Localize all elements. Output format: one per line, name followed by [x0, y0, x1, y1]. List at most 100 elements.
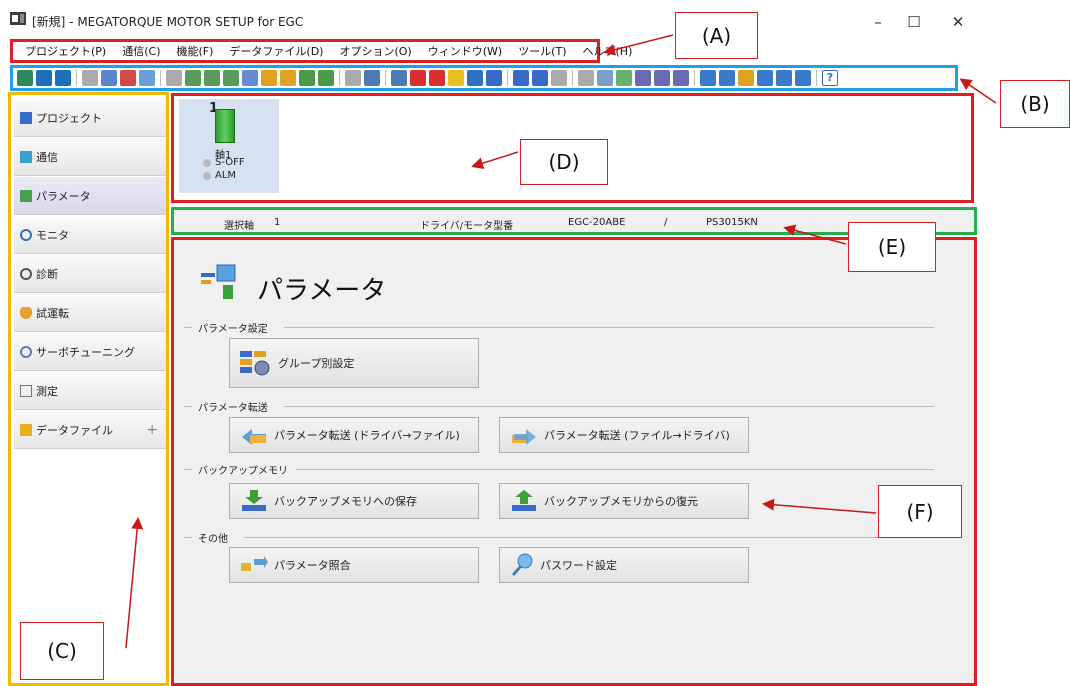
- button-label: パラメータ照合: [274, 559, 351, 572]
- maximize-button[interactable]: ☐: [896, 10, 932, 34]
- menu-function[interactable]: 機能(F): [170, 43, 219, 59]
- menu-project[interactable]: プロジェクト(P): [19, 43, 112, 59]
- section-backup-memory: バックアップメモリ: [184, 462, 934, 477]
- password-setting-button[interactable]: パスワード設定: [499, 547, 749, 583]
- parameter-verify-icon: [241, 556, 268, 571]
- toolbar-button-icon[interactable]: [700, 70, 716, 86]
- toolbar-button-icon[interactable]: [635, 70, 651, 86]
- callout-d: (D): [520, 139, 608, 185]
- toolbar-button-icon[interactable]: [185, 70, 201, 86]
- help-icon[interactable]: ?: [822, 70, 838, 86]
- toolbar-button-icon[interactable]: [36, 70, 52, 86]
- section-divider: [296, 469, 934, 470]
- toolbar-button-icon[interactable]: [139, 70, 155, 86]
- group-settings-icon: [240, 351, 270, 376]
- toolbar-button-icon[interactable]: [448, 70, 464, 86]
- menu-help[interactable]: ヘルプ(H): [577, 43, 639, 59]
- sidebar-item-monitor[interactable]: モニタ: [14, 216, 166, 254]
- sidebar-item-measurement[interactable]: 測定: [14, 372, 166, 410]
- parameter-verify-button[interactable]: パラメータ照合: [229, 547, 479, 583]
- toolbar-button-icon[interactable]: [120, 70, 136, 86]
- sidebar-item-label: 測定: [36, 384, 58, 398]
- toolbar-button-icon[interactable]: [318, 70, 334, 86]
- sidebar: プロジェクト 通信 パラメータ モニタ 診断 試運転 サーボチューニング 測定 …: [8, 92, 169, 686]
- toolbar-button-icon[interactable]: [597, 70, 613, 86]
- toolbar-button-icon[interactable]: [242, 70, 258, 86]
- diagnosis-icon: [20, 267, 32, 280]
- toolbar-button-icon[interactable]: [757, 70, 773, 86]
- sidebar-item-diagnosis[interactable]: 診断: [14, 255, 166, 293]
- section-label: パラメータ転送: [194, 399, 272, 414]
- toolbar-button-icon[interactable]: [776, 70, 792, 86]
- toolbar-button-icon[interactable]: [578, 70, 594, 86]
- toolbar-separator: [694, 70, 695, 86]
- menu-window[interactable]: ウィンドウ(W): [422, 43, 508, 59]
- close-button[interactable]: ✕: [940, 10, 976, 34]
- menu-option[interactable]: オプション(O): [333, 43, 417, 59]
- toolbar-button-icon[interactable]: [299, 70, 315, 86]
- sidebar-item-label: 通信: [36, 150, 58, 164]
- menu-communication[interactable]: 通信(C): [116, 43, 166, 59]
- axis-card[interactable]: 1 軸1 S-OFF ALM: [179, 99, 279, 193]
- menu-bar: プロジェクト(P) 通信(C) 機能(F) データファイル(D) オプション(O…: [10, 39, 632, 63]
- toolbar-button-icon[interactable]: [166, 70, 182, 86]
- sidebar-item-communication[interactable]: 通信: [14, 138, 166, 176]
- section-divider: [284, 327, 934, 328]
- toolbar-button-icon[interactable]: [486, 70, 502, 86]
- toolbar-button-icon[interactable]: [429, 70, 445, 86]
- sidebar-item-label: データファイル: [36, 423, 113, 437]
- transfer-to-driver-icon: [512, 429, 536, 445]
- toolbar-button-icon[interactable]: [280, 70, 296, 86]
- toolbar-button-icon[interactable]: [17, 70, 33, 86]
- toolbar-separator: [339, 70, 340, 86]
- sidebar-item-parameter[interactable]: パラメータ: [14, 177, 166, 215]
- section-divider: [184, 327, 192, 328]
- toolbar-button-icon[interactable]: [391, 70, 407, 86]
- transfer-driver-to-file-button[interactable]: パラメータ転送 (ドライバ→ファイル): [229, 417, 479, 453]
- toolbar-separator: [572, 70, 573, 86]
- toolbar-button-icon[interactable]: [261, 70, 277, 86]
- toolbar-button-icon[interactable]: [532, 70, 548, 86]
- monitor-icon: [20, 228, 32, 241]
- toolbar-button-icon[interactable]: [467, 70, 483, 86]
- toolbar-button-icon[interactable]: [345, 70, 361, 86]
- button-label: パラメータ転送 (ファイル→ドライバ): [544, 429, 730, 442]
- driver-model: EGC-20ABE: [568, 217, 626, 228]
- sidebar-item-servo-tuning[interactable]: サーボチューニング: [14, 333, 166, 371]
- toolbar-button-icon[interactable]: [204, 70, 220, 86]
- backup-save-button[interactable]: バックアップメモリへの保存: [229, 483, 479, 519]
- transfer-file-to-driver-button[interactable]: パラメータ転送 (ファイル→ドライバ): [499, 417, 749, 453]
- main-panel: パラメータ パラメータ設定 グループ別設定 パラメータ転送 パラメータ転送 (ド…: [171, 237, 977, 686]
- sidebar-item-test-run[interactable]: 試運転: [14, 294, 166, 332]
- toolbar-button-icon[interactable]: [719, 70, 735, 86]
- toolbar-separator: [507, 70, 508, 86]
- toolbar-button-icon[interactable]: [795, 70, 811, 86]
- toolbar-button-icon[interactable]: [654, 70, 670, 86]
- callout-a: (A): [675, 12, 758, 59]
- model-separator: /: [664, 217, 668, 228]
- menu-data-file[interactable]: データファイル(D): [223, 43, 329, 59]
- sidebar-item-project[interactable]: プロジェクト: [14, 99, 166, 137]
- toolbar-button-icon[interactable]: [410, 70, 426, 86]
- alarm-status-led-icon: [203, 172, 211, 180]
- sidebar-item-data-file[interactable]: データファイル +: [14, 411, 166, 449]
- section-divider: [184, 469, 192, 470]
- toolbar-button-icon[interactable]: [616, 70, 632, 86]
- toolbar-button-icon[interactable]: [55, 70, 71, 86]
- toolbar-button-icon[interactable]: [551, 70, 567, 86]
- minimize-button[interactable]: –: [860, 10, 896, 34]
- group-settings-button[interactable]: グループ別設定: [229, 338, 479, 388]
- toolbar-button-icon[interactable]: [82, 70, 98, 86]
- expand-plus-icon[interactable]: +: [146, 422, 158, 438]
- toolbar-button-icon[interactable]: [513, 70, 529, 86]
- menu-tool[interactable]: ツール(T): [512, 43, 572, 59]
- toolbar-button-icon[interactable]: [738, 70, 754, 86]
- toolbar-button-icon[interactable]: [101, 70, 117, 86]
- backup-restore-button[interactable]: バックアップメモリからの復元: [499, 483, 749, 519]
- servo-status-led-icon: [203, 159, 211, 167]
- model-label: ドライバ/モータ型番: [420, 221, 514, 232]
- toolbar-button-icon[interactable]: [223, 70, 239, 86]
- toolbar-button-icon[interactable]: [673, 70, 689, 86]
- sidebar-item-label: モニタ: [36, 228, 69, 242]
- toolbar-button-icon[interactable]: [364, 70, 380, 86]
